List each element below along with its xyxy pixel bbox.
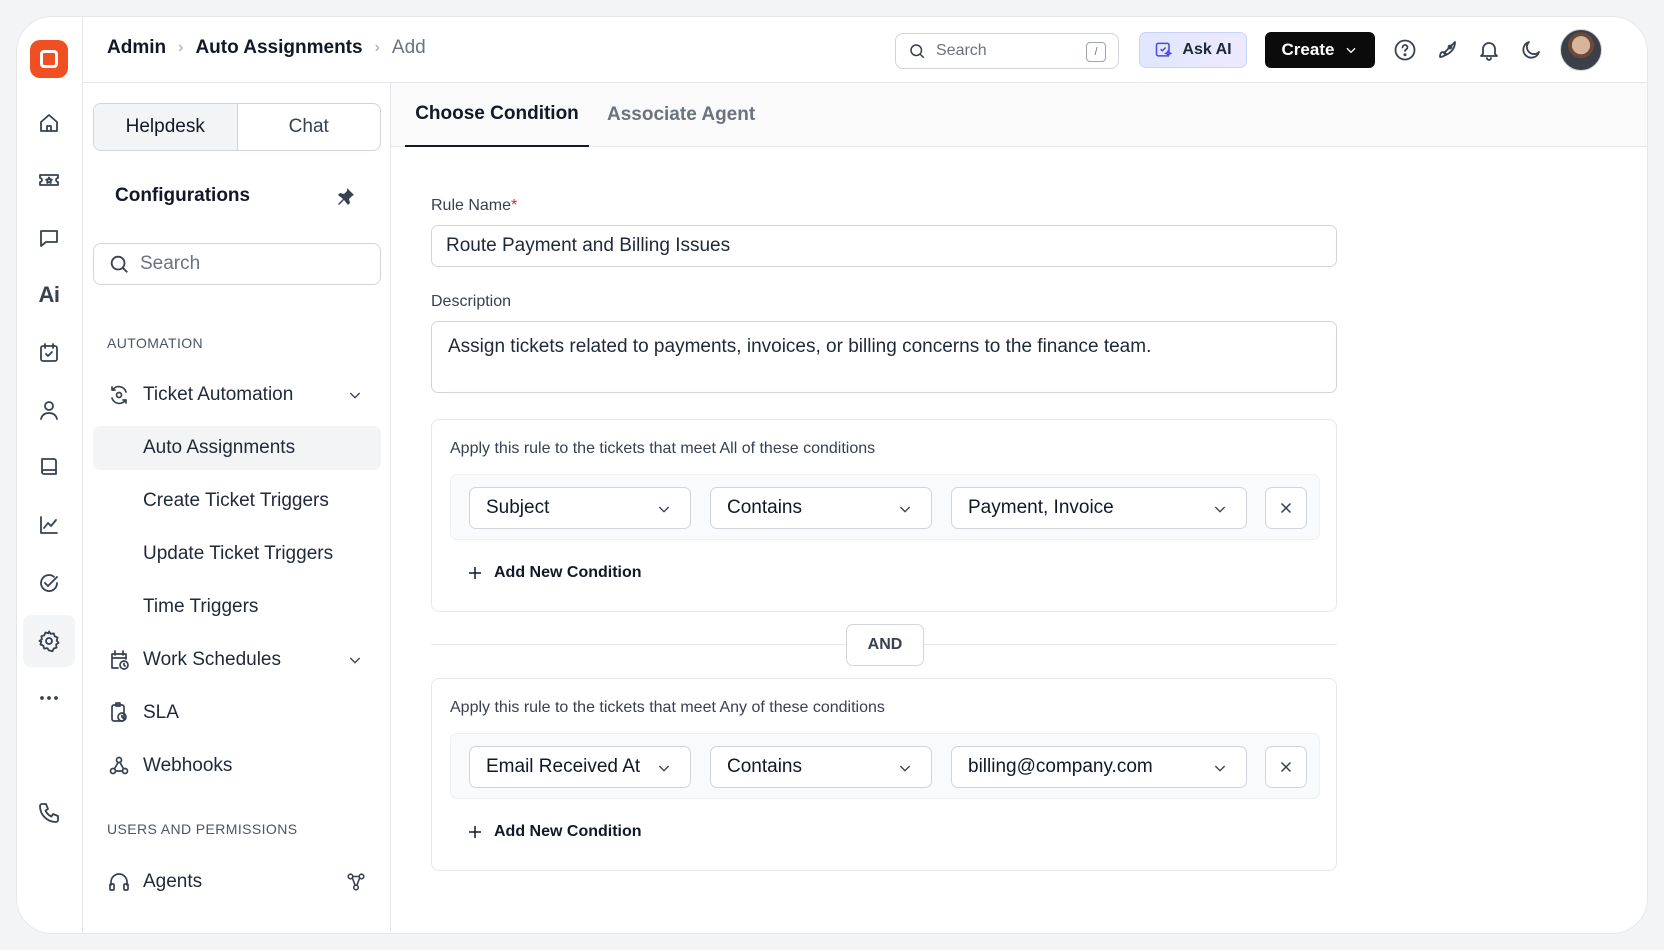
home-icon[interactable] xyxy=(23,97,75,149)
nav-auto-assignments[interactable]: Auto Assignments xyxy=(93,426,381,470)
chevron-down-icon xyxy=(897,501,913,523)
sparkle-icon xyxy=(1156,42,1173,58)
screen: Ai Admin › Auto Assignments › Add Search… xyxy=(0,0,1664,950)
calendar-check-icon[interactable] xyxy=(23,327,75,379)
condition-value-select[interactable]: billing@company.com xyxy=(951,746,1247,788)
chevron-down-icon xyxy=(1212,760,1228,782)
search-icon xyxy=(910,44,925,59)
help-icon[interactable] xyxy=(1392,37,1418,63)
rule-name-input[interactable]: Route Payment and Billing Issues xyxy=(431,225,1337,267)
and-operator-button[interactable]: AND xyxy=(846,624,924,666)
top-header: Admin › Auto Assignments › Add Search / … xyxy=(83,17,1647,83)
nav-sla[interactable]: SLA xyxy=(93,691,381,735)
chat-icon[interactable] xyxy=(23,212,75,264)
condition-field-select[interactable]: Subject xyxy=(469,487,691,529)
moon-icon[interactable] xyxy=(1518,37,1544,63)
close-icon xyxy=(1280,502,1292,514)
configurations-sidebar: Helpdesk Chat Configurations Search AUTO… xyxy=(83,83,391,933)
main-content: Choose Condition Associate Agent Rule Na… xyxy=(391,83,1647,933)
condition-operator-select[interactable]: Contains xyxy=(710,487,932,529)
nav-time-triggers[interactable]: Time Triggers xyxy=(93,585,381,629)
any-conditions-title: Apply this rule to the tickets that meet… xyxy=(450,699,885,716)
all-conditions-title: Apply this rule to the tickets that meet… xyxy=(450,440,876,457)
bell-icon[interactable] xyxy=(1476,37,1502,63)
sla-icon xyxy=(107,701,131,725)
nav-ticket-automation[interactable]: Ticket Automation xyxy=(93,373,381,417)
network-icon xyxy=(345,871,367,899)
chevron-down-icon xyxy=(897,760,913,782)
nav-create-ticket-triggers[interactable]: Create Ticket Triggers xyxy=(93,479,381,523)
all-conditions-group: Apply this rule to the tickets that meet… xyxy=(431,419,1337,612)
webhook-icon xyxy=(107,754,131,778)
global-search-input[interactable]: Search / xyxy=(895,33,1119,69)
nav-work-schedules[interactable]: Work Schedules xyxy=(93,638,381,682)
chart-icon[interactable] xyxy=(23,499,75,551)
book-icon[interactable] xyxy=(23,441,75,493)
rocket-icon[interactable] xyxy=(1434,37,1460,63)
add-condition-button[interactable]: Add New Condition xyxy=(466,823,642,841)
section-automation: AUTOMATION xyxy=(107,335,204,351)
more-icon[interactable] xyxy=(23,672,75,724)
chevron-down-icon xyxy=(347,387,363,409)
user-icon[interactable] xyxy=(23,384,75,436)
chevron-right-icon: › xyxy=(374,39,380,56)
description-textarea[interactable]: Assign tickets related to payments, invo… xyxy=(431,321,1337,393)
plus-icon xyxy=(469,567,481,579)
breadcrumb: Admin › Auto Assignments › Add xyxy=(107,37,426,59)
breadcrumb-current: Add xyxy=(391,37,426,58)
config-search-input[interactable]: Search xyxy=(93,243,381,285)
settings-icon[interactable] xyxy=(23,615,75,667)
shortcut-key: / xyxy=(1086,42,1106,62)
breadcrumb-admin[interactable]: Admin xyxy=(107,37,166,59)
app-logo[interactable] xyxy=(30,40,68,78)
description-label: Description xyxy=(431,293,512,310)
nav-agents[interactable]: Agents xyxy=(93,860,381,904)
nav-webhooks[interactable]: Webhooks xyxy=(93,744,381,788)
condition-operator-select[interactable]: Contains xyxy=(710,746,932,788)
breadcrumb-auto-assignments[interactable]: Auto Assignments xyxy=(195,37,362,59)
nav-update-ticket-triggers[interactable]: Update Ticket Triggers xyxy=(93,532,381,576)
create-button[interactable]: Create xyxy=(1265,32,1375,68)
section-users-permissions: USERS AND PERMISSIONS xyxy=(107,821,298,837)
remove-condition-button[interactable] xyxy=(1265,746,1307,788)
ai-icon[interactable]: Ai xyxy=(23,269,75,321)
segment-chat[interactable]: Chat xyxy=(238,104,381,150)
chevron-down-icon xyxy=(656,760,672,782)
automation-icon xyxy=(107,383,131,407)
headset-icon xyxy=(107,870,131,894)
chevron-right-icon: › xyxy=(178,39,184,56)
chevron-down-icon xyxy=(347,652,363,674)
tab-bar: Choose Condition Associate Agent xyxy=(391,83,1647,147)
plus-icon xyxy=(469,826,481,838)
condition-row: Email Received At Contains billing@compa… xyxy=(450,733,1320,799)
segment-helpdesk[interactable]: Helpdesk xyxy=(94,104,238,150)
close-icon xyxy=(1280,761,1292,773)
ticket-icon[interactable] xyxy=(23,154,75,206)
avatar[interactable] xyxy=(1560,29,1602,71)
tab-choose-condition[interactable]: Choose Condition xyxy=(405,83,589,147)
phone-icon[interactable] xyxy=(23,787,75,839)
condition-field-select[interactable]: Email Received At xyxy=(469,746,691,788)
check-circle-icon[interactable] xyxy=(23,557,75,609)
configurations-title: Configurations xyxy=(115,185,251,206)
ask-ai-button[interactable]: Ask AI xyxy=(1139,32,1247,68)
product-switch: Helpdesk Chat xyxy=(93,103,381,151)
search-icon xyxy=(110,255,128,273)
any-conditions-group: Apply this rule to the tickets that meet… xyxy=(431,678,1337,871)
condition-value-select[interactable]: Payment, Invoice xyxy=(951,487,1247,529)
condition-row: Subject Contains Payment, Invoice xyxy=(450,474,1320,540)
calendar-clock-icon xyxy=(107,648,131,672)
app-window: Ai Admin › Auto Assignments › Add Search… xyxy=(16,16,1648,934)
rule-name-label: Rule Name* xyxy=(431,197,518,214)
chevron-down-icon xyxy=(1212,501,1228,523)
remove-condition-button[interactable] xyxy=(1265,487,1307,529)
add-condition-button[interactable]: Add New Condition xyxy=(466,564,642,582)
chevron-down-icon xyxy=(1346,47,1356,54)
chevron-down-icon xyxy=(656,501,672,523)
pin-icon[interactable] xyxy=(333,185,357,214)
icon-rail: Ai xyxy=(17,17,83,933)
tab-associate-agent[interactable]: Associate Agent xyxy=(593,83,769,147)
